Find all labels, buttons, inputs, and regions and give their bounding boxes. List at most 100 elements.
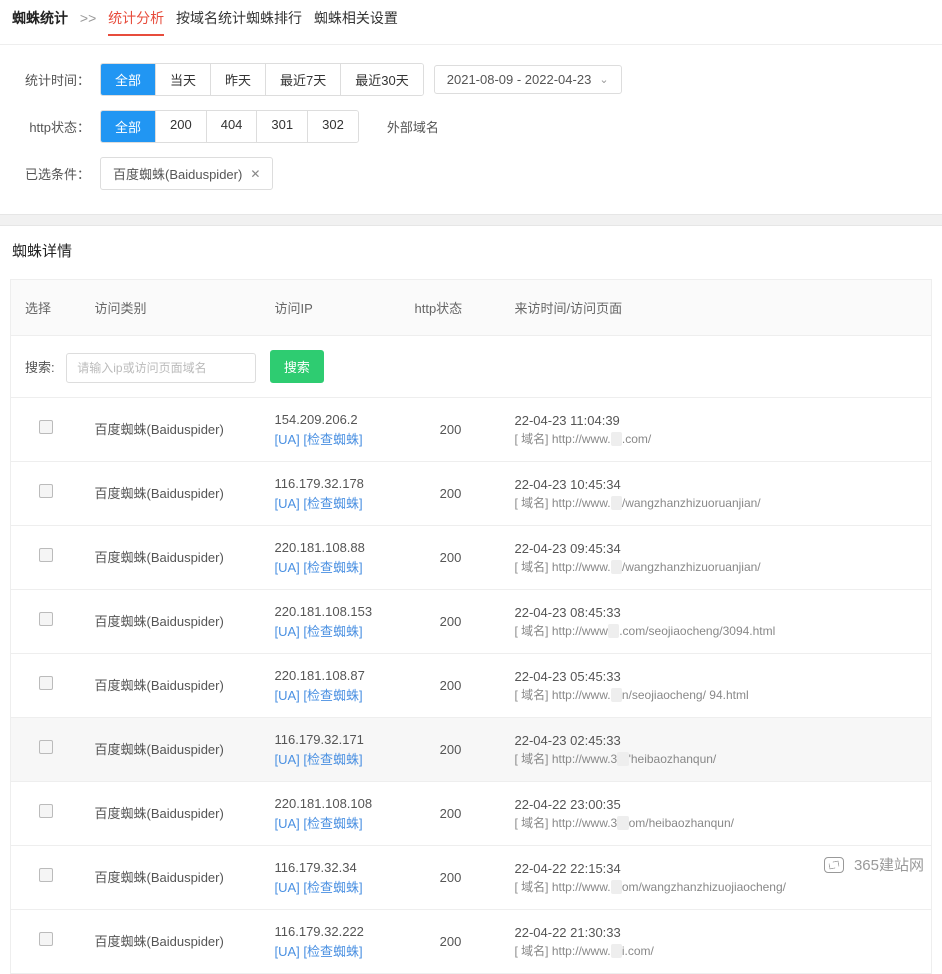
ua-link[interactable]: [UA] — [275, 944, 300, 959]
row-checkbox[interactable] — [39, 676, 53, 690]
date-range-value: 2021-08-09 - 2022-04-23 — [447, 72, 592, 87]
cell-status: 200 — [401, 846, 501, 910]
filter-row-selected: 已选条件： 百度蜘蛛(Baiduspider) ✕ — [20, 157, 922, 190]
watermark: 365建站网 — [824, 854, 924, 875]
cell-type: 百度蜘蛛(Baiduspider) — [81, 782, 261, 846]
time-pill[interactable]: 最近30天 — [341, 64, 422, 95]
cell-visit: 22-04-23 09:45:34[ 域名] http://www. /wang… — [501, 526, 932, 590]
row-checkbox[interactable] — [39, 484, 53, 498]
external-domain-link[interactable]: 外部域名 — [373, 111, 453, 142]
status-pill-group: 全部200404301302 — [100, 110, 359, 143]
time-pill-group: 全部当天昨天最近7天最近30天 — [100, 63, 424, 96]
table-row: 百度蜘蛛(Baiduspider)116.179.32.178[UA] [检查蜘… — [11, 462, 932, 526]
table-row: 百度蜘蛛(Baiduspider)220.181.108.87[UA] [检查蜘… — [11, 654, 932, 718]
ua-link[interactable]: [UA] — [275, 688, 300, 703]
search-button[interactable]: 搜索 — [270, 350, 324, 383]
cell-status: 200 — [401, 398, 501, 462]
filters-panel: 统计时间： 全部当天昨天最近7天最近30天 2021-08-09 - 2022-… — [0, 45, 942, 214]
check-spider-link[interactable]: [检查蜘蛛] — [300, 944, 363, 959]
table-body: 搜索: 搜索 百度蜘蛛(Baiduspider)154.209.206.2[UA… — [11, 336, 932, 974]
check-spider-link[interactable]: [检查蜘蛛] — [300, 624, 363, 639]
search-row: 搜索: 搜索 — [11, 336, 932, 398]
check-spider-link[interactable]: [检查蜘蛛] — [300, 752, 363, 767]
row-checkbox[interactable] — [39, 740, 53, 754]
filter-status-label: http状态： — [20, 117, 90, 136]
check-spider-link[interactable]: [检查蜘蛛] — [300, 496, 363, 511]
time-pill[interactable]: 昨天 — [211, 64, 266, 95]
row-checkbox[interactable] — [39, 548, 53, 562]
ua-link[interactable]: [UA] — [275, 432, 300, 447]
th-visit: 来访时间/访问页面 — [501, 280, 932, 336]
cell-ip: 220.181.108.108[UA] [检查蜘蛛] — [261, 782, 401, 846]
row-checkbox[interactable] — [39, 612, 53, 626]
cell-type: 百度蜘蛛(Baiduspider) — [81, 846, 261, 910]
check-spider-link[interactable]: [检查蜘蛛] — [300, 432, 363, 447]
status-pill[interactable]: 全部 — [101, 111, 156, 142]
filter-row-time: 统计时间： 全部当天昨天最近7天最近30天 2021-08-09 - 2022-… — [20, 63, 922, 96]
cell-status: 200 — [401, 782, 501, 846]
breadcrumb-active[interactable]: 统计分析 — [108, 8, 164, 36]
cell-type: 百度蜘蛛(Baiduspider) — [81, 654, 261, 718]
cell-ip: 220.181.108.88[UA] [检查蜘蛛] — [261, 526, 401, 590]
date-range-picker[interactable]: 2021-08-09 - 2022-04-23 ⌄ — [434, 65, 622, 94]
ua-link[interactable]: [UA] — [275, 880, 300, 895]
search-input[interactable] — [66, 353, 256, 383]
table-row: 百度蜘蛛(Baiduspider)220.181.108.108[UA] [检查… — [11, 782, 932, 846]
cell-status: 200 — [401, 718, 501, 782]
status-pill[interactable]: 404 — [207, 111, 258, 142]
ua-link[interactable]: [UA] — [275, 496, 300, 511]
filter-time-label: 统计时间： — [20, 70, 90, 89]
cell-status: 200 — [401, 590, 501, 654]
table-row: 百度蜘蛛(Baiduspider)116.179.32.171[UA] [检查蜘… — [11, 718, 932, 782]
th-select: 选择 — [11, 280, 81, 336]
cell-visit: 22-04-22 21:30:33[ 域名] http://www. i.com… — [501, 910, 932, 974]
chevron-down-icon: ⌄ — [599, 73, 608, 86]
search-label: 搜索: — [25, 360, 55, 375]
cell-type: 百度蜘蛛(Baiduspider) — [81, 590, 261, 654]
cell-type: 百度蜘蛛(Baiduspider) — [81, 462, 261, 526]
cell-visit: 22-04-23 08:45:33[ 域名] http://www .com/s… — [501, 590, 932, 654]
wechat-icon — [824, 857, 844, 873]
cell-status: 200 — [401, 526, 501, 590]
time-pill[interactable]: 最近7天 — [266, 64, 341, 95]
th-status: http状态 — [401, 280, 501, 336]
cell-visit: 22-04-23 05:45:33[ 域名] http://www. n/seo… — [501, 654, 932, 718]
row-checkbox[interactable] — [39, 932, 53, 946]
breadcrumb-link-settings[interactable]: 蜘蛛相关设置 — [314, 10, 398, 26]
breadcrumb-title: 蜘蛛统计 — [12, 10, 68, 26]
breadcrumb-link-ranking[interactable]: 按域名统计蜘蛛排行 — [176, 10, 302, 26]
selected-tag: 百度蜘蛛(Baiduspider) ✕ — [100, 157, 273, 190]
table-row: 百度蜘蛛(Baiduspider)220.181.108.88[UA] [检查蜘… — [11, 526, 932, 590]
table-header-row: 选择 访问类别 访问IP http状态 来访时间/访问页面 — [11, 280, 932, 336]
breadcrumb: 蜘蛛统计 >> 统计分析 按域名统计蜘蛛排行 蜘蛛相关设置 — [0, 0, 942, 45]
row-checkbox[interactable] — [39, 804, 53, 818]
status-pill[interactable]: 200 — [156, 111, 207, 142]
ua-link[interactable]: [UA] — [275, 816, 300, 831]
table-row: 百度蜘蛛(Baiduspider)116.179.32.34[UA] [检查蜘蛛… — [11, 846, 932, 910]
row-checkbox[interactable] — [39, 420, 53, 434]
check-spider-link[interactable]: [检查蜘蛛] — [300, 880, 363, 895]
cell-status: 200 — [401, 654, 501, 718]
th-ip: 访问IP — [261, 280, 401, 336]
time-pill[interactable]: 全部 — [101, 64, 156, 95]
table-row: 百度蜘蛛(Baiduspider)220.181.108.153[UA] [检查… — [11, 590, 932, 654]
watermark-text: 365建站网 — [854, 854, 924, 875]
check-spider-link[interactable]: [检查蜘蛛] — [300, 688, 363, 703]
cell-status: 200 — [401, 910, 501, 974]
cell-type: 百度蜘蛛(Baiduspider) — [81, 526, 261, 590]
cell-type: 百度蜘蛛(Baiduspider) — [81, 910, 261, 974]
cell-visit: 22-04-23 02:45:33[ 域名] http://www.3 'hei… — [501, 718, 932, 782]
ua-link[interactable]: [UA] — [275, 624, 300, 639]
check-spider-link[interactable]: [检查蜘蛛] — [300, 560, 363, 575]
cell-ip: 116.179.32.171[UA] [检查蜘蛛] — [261, 718, 401, 782]
status-pill[interactable]: 302 — [308, 111, 358, 142]
close-icon[interactable]: ✕ — [250, 167, 260, 181]
cell-status: 200 — [401, 462, 501, 526]
row-checkbox[interactable] — [39, 868, 53, 882]
ua-link[interactable]: [UA] — [275, 560, 300, 575]
time-pill[interactable]: 当天 — [156, 64, 211, 95]
status-pill[interactable]: 301 — [257, 111, 308, 142]
cell-type: 百度蜘蛛(Baiduspider) — [81, 398, 261, 462]
ua-link[interactable]: [UA] — [275, 752, 300, 767]
check-spider-link[interactable]: [检查蜘蛛] — [300, 816, 363, 831]
